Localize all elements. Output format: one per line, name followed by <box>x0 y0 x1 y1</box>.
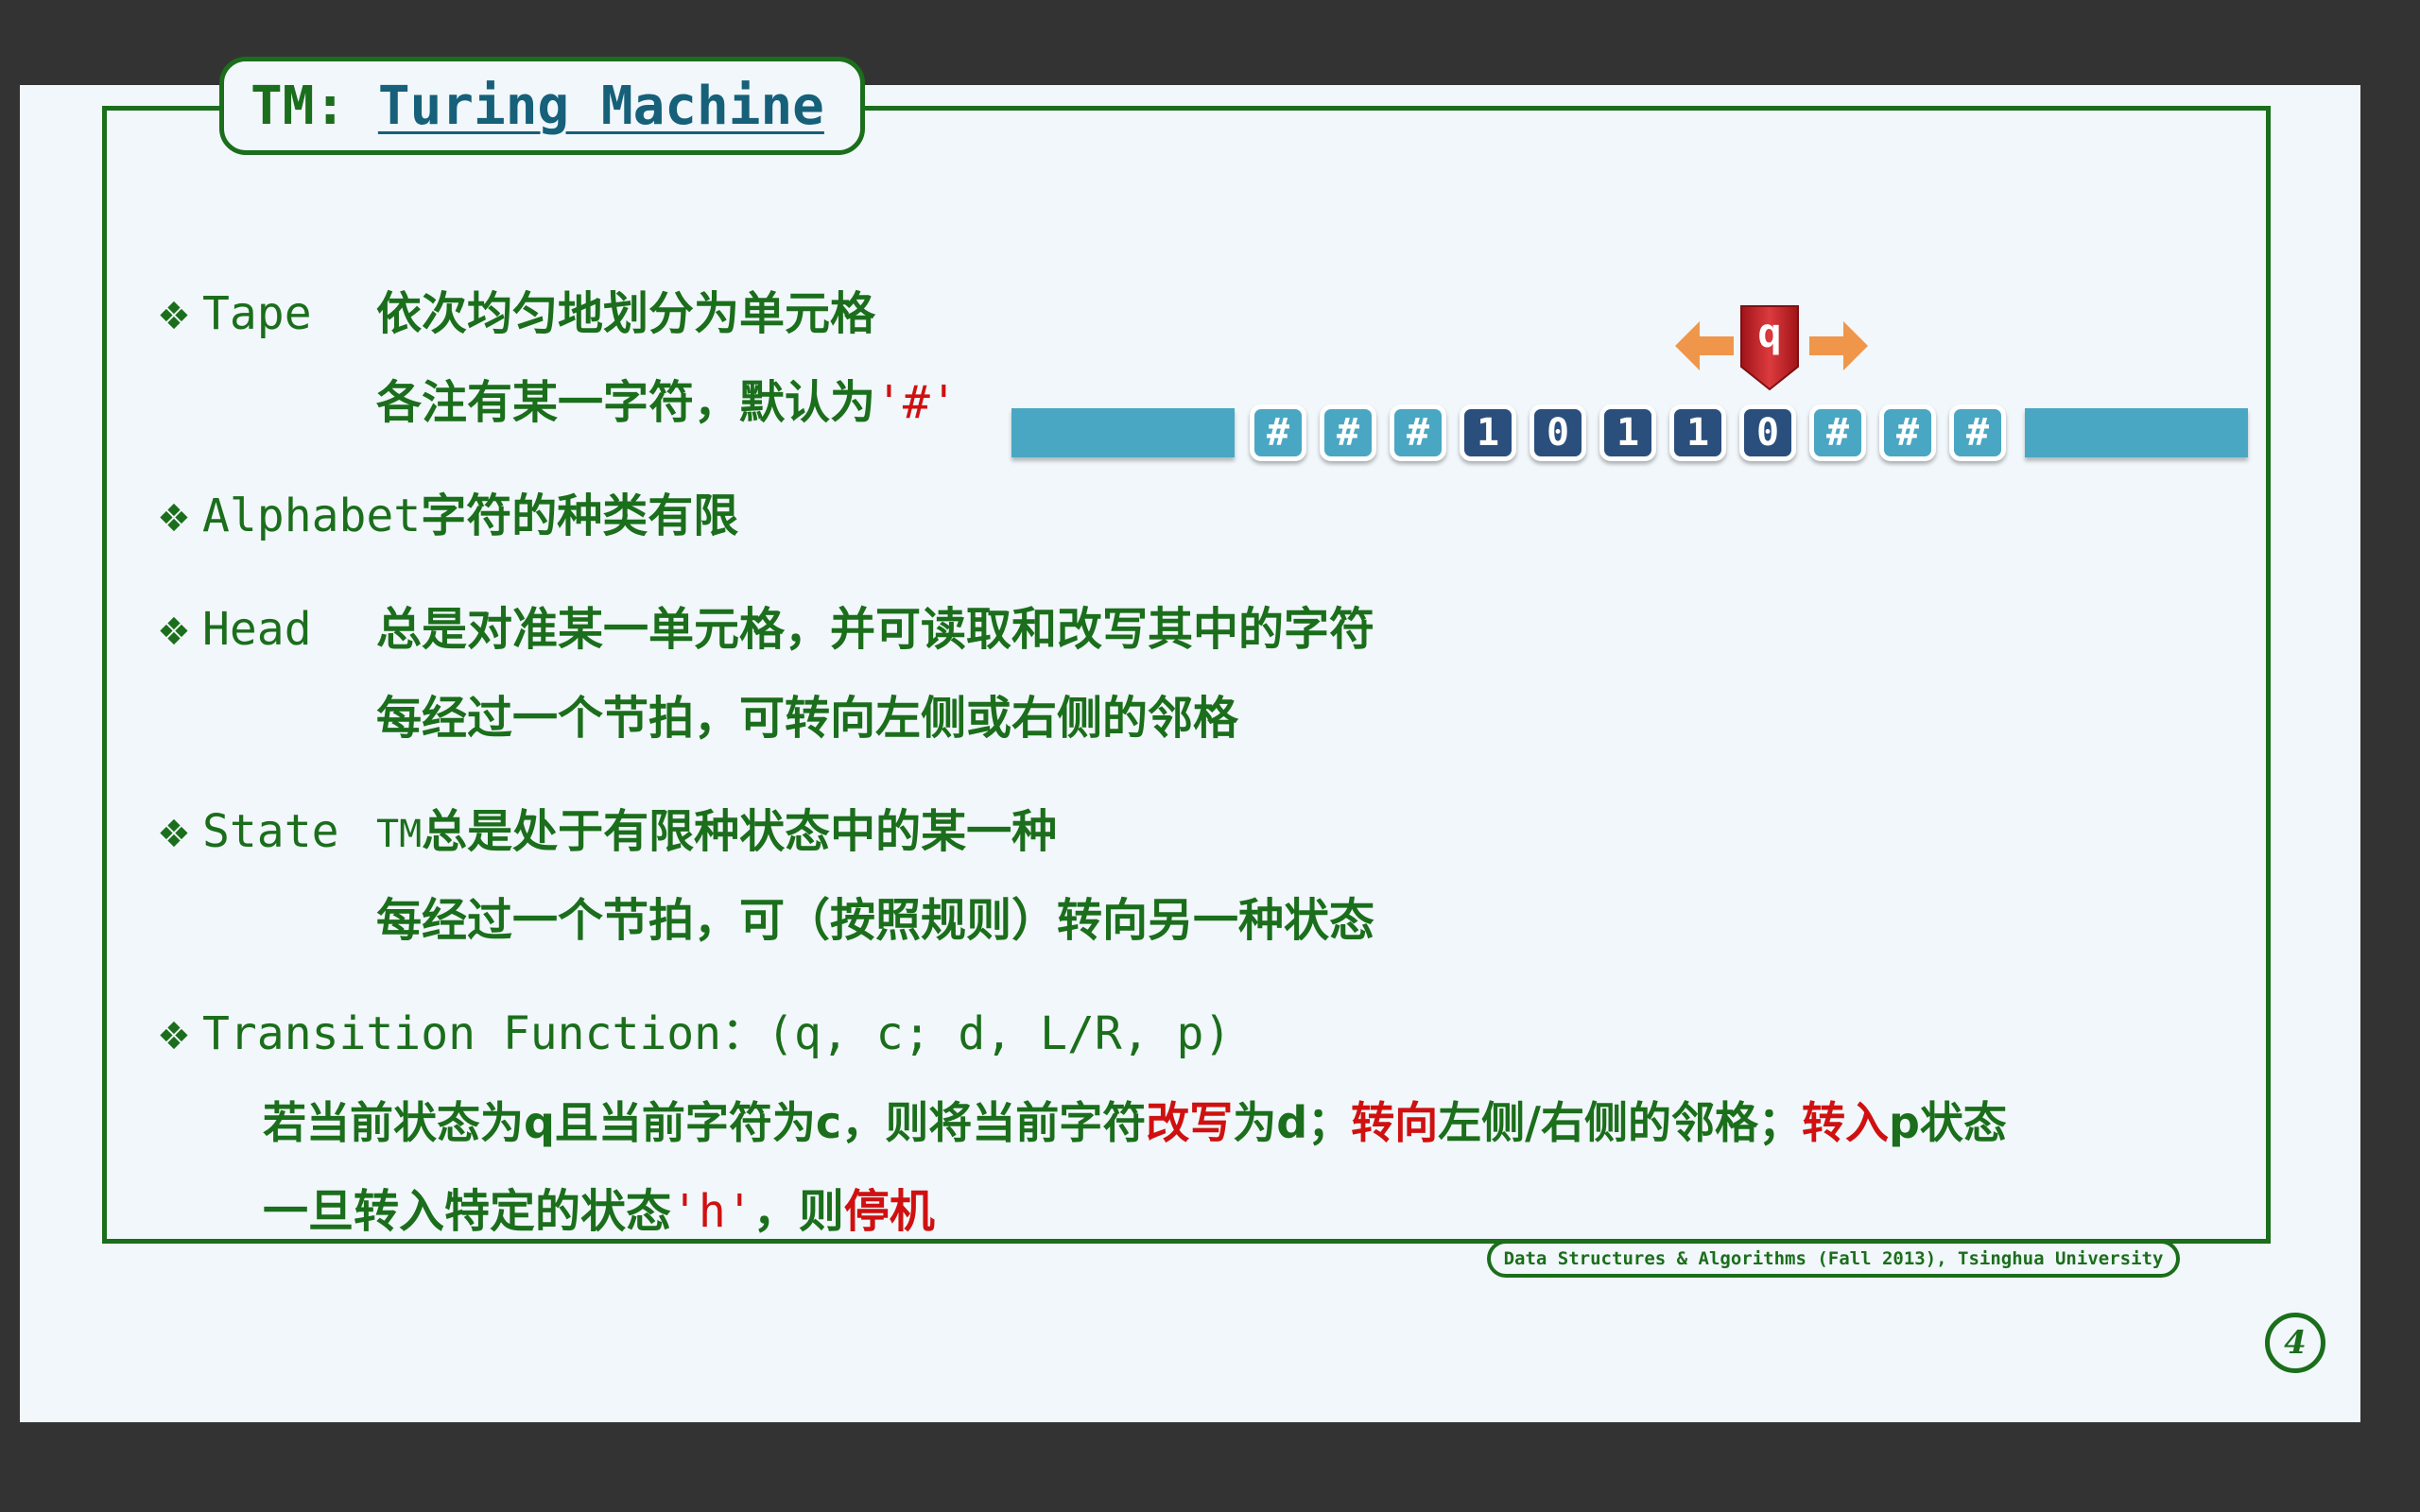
arrow-left-icon <box>1675 321 1734 370</box>
state-tm-prefix: TM <box>376 813 423 856</box>
tape-keyword: Tape <box>202 287 312 340</box>
head-line1: 总是对准某一单元格，并可读取和改写其中的字符 <box>376 603 1375 656</box>
transition-line2-b: 'h' <box>671 1185 753 1238</box>
bullet-icon: ❖ <box>157 1015 191 1058</box>
head-line2: 每经过一个节拍，可转向左侧或右侧的邻格 <box>376 692 1239 745</box>
state-section: ❖ State <box>157 803 339 863</box>
tape-right-segment <box>2025 408 2248 457</box>
transition-line1-e: 左侧/右侧的邻格； <box>1438 1097 1802 1148</box>
transition-line1-d: 转向 <box>1351 1097 1439 1148</box>
tape-head: q <box>1739 304 1800 391</box>
tape-section: ❖ Tape <box>157 285 312 345</box>
tape-line2: 各注有某一字符，默认为'#' <box>376 374 958 431</box>
transition-line1-f: 转入 <box>1801 1097 1889 1148</box>
tape-cell-7: 0 <box>1739 404 1796 461</box>
footer-caption: Data Structures & Algorithms (Fall 2013)… <box>1487 1240 2180 1278</box>
title-prefix: TM: <box>251 75 378 137</box>
tape-left-segment <box>1011 408 1235 457</box>
state-line1: TM总是处于有限种状态中的某一种 <box>376 803 1057 863</box>
transition-line2-d: 停机 <box>843 1185 935 1238</box>
bullet-icon: ❖ <box>157 497 191 541</box>
state-line2: 每经过一个节拍，可（按照规则）转向另一种状态 <box>376 894 1375 947</box>
tape-cell-0: # <box>1250 404 1306 461</box>
head-section: ❖ Head <box>157 601 312 661</box>
state-line1-text: 总是处于有限种状态中的某一种 <box>422 805 1058 858</box>
tape-cell-9: # <box>1879 404 1936 461</box>
transition-line2: 一旦转入特定的状态'h'，则停机 <box>263 1183 935 1240</box>
transition-line2-c: ，则 <box>752 1185 844 1238</box>
content-frame <box>102 106 2271 1244</box>
tape-cell-6: 1 <box>1669 404 1726 461</box>
state-keyword: State <box>202 805 339 858</box>
bullet-icon: ❖ <box>157 610 191 654</box>
bullet-icon: ❖ <box>157 295 191 338</box>
transition-line1: 若当前状态为q且当前字符为c，则将当前字符改写为d；转向左侧/右侧的邻格；转入p… <box>263 1094 2007 1151</box>
title-link[interactable]: Turing Machine <box>378 76 824 137</box>
tape-diagram: # # #1 0 1 1 0 # # # <box>993 404 2250 461</box>
transition-line1-a: 若当前状态为q且当前字符为c，则将当前字符 <box>263 1097 1147 1148</box>
tape-cell-4: 0 <box>1530 404 1586 461</box>
alphabet-line1: 字符的种类有限 <box>421 490 739 542</box>
tape-line2-text: 各注有某一字符，默认为 <box>376 376 876 429</box>
transition-line1-g: p状态 <box>1888 1097 2007 1148</box>
slide-title: TM: Turing Machine <box>219 57 865 155</box>
tape-default-symbol: '#' <box>875 376 958 429</box>
tape-cell-1: # <box>1320 404 1376 461</box>
tape-line1: 依次均匀地划分为单元格 <box>376 287 876 340</box>
head-state-label: q <box>1757 310 1782 356</box>
bullet-icon: ❖ <box>157 813 191 856</box>
tape-cell-5: 1 <box>1599 404 1656 461</box>
alphabet-section: ❖ Alphabet字符的种类有限 <box>157 488 738 547</box>
tape-cell-2: # <box>1390 404 1446 461</box>
head-keyword: Head <box>202 603 312 656</box>
transition-section: ❖ Transition Function：(q, c; d, L/R, p) <box>157 1005 1231 1065</box>
page-number: 4 <box>2265 1313 2325 1373</box>
tape-cell-3: 1 <box>1460 404 1516 461</box>
arrow-right-icon <box>1809 321 1868 370</box>
alphabet-keyword: Alphabet <box>202 490 422 542</box>
tape-cell-8: # <box>1809 404 1866 461</box>
transition-line2-a: 一旦转入特定的状态 <box>263 1185 672 1238</box>
transition-keyword: Transition Function <box>202 1007 722 1060</box>
transition-line1-c: 为d； <box>1233 1097 1352 1148</box>
transition-line1-b: 改写 <box>1146 1097 1234 1148</box>
transition-signature: ：(q, c; d, L/R, p) <box>721 1007 1232 1060</box>
tape-cell-10: # <box>1949 404 2006 461</box>
